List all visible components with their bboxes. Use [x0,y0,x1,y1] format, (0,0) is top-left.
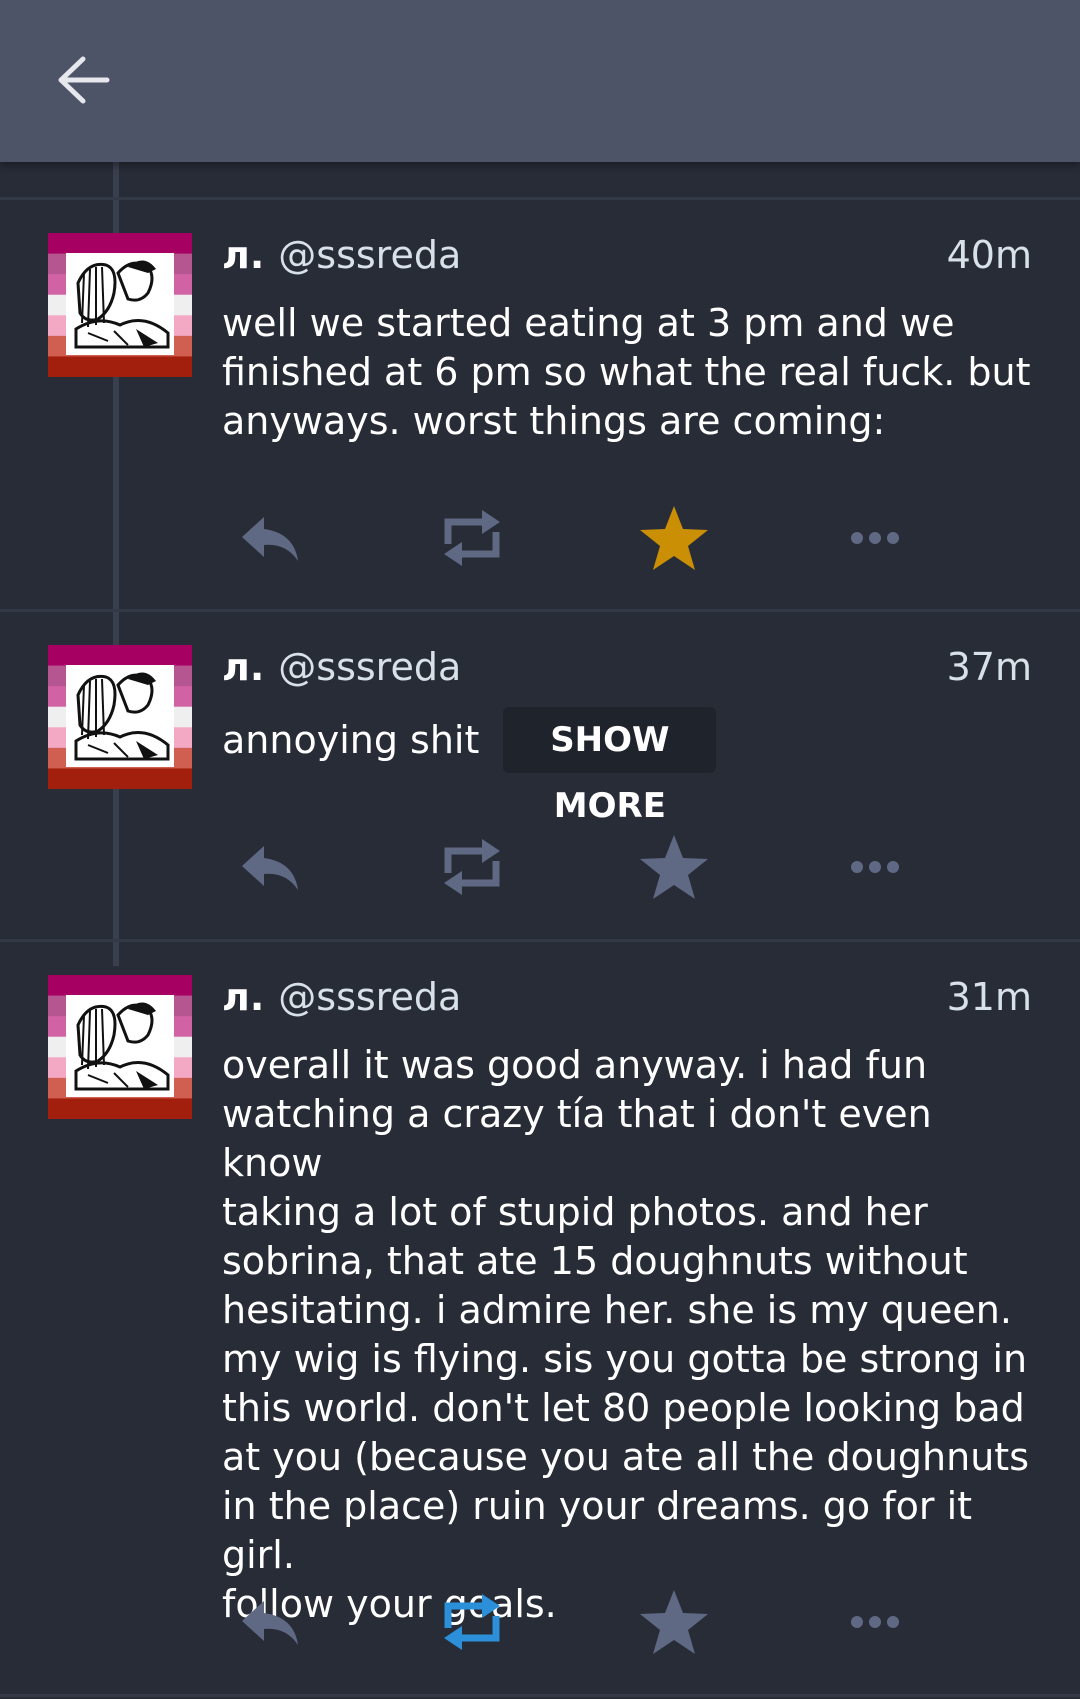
boost-button[interactable] [432,827,512,907]
status-time[interactable]: 37m [947,645,1032,689]
more-button[interactable] [835,1582,915,1662]
account-handle[interactable]: @sssreda [278,975,461,1019]
star-icon [640,835,708,899]
thread-line [113,376,119,646]
account-handle[interactable]: @sssreda [278,233,461,277]
status-time[interactable]: 40m [947,233,1032,277]
avatar-image [48,975,192,1119]
favourite-button[interactable] [634,498,714,578]
status-content-row: annoying shit SHOW MORE [222,703,1040,826]
back-button[interactable] [50,50,116,110]
account-handle[interactable]: @sssreda [278,645,461,689]
status-content: well we started eating at 3 pm and we fi… [222,301,1031,443]
avatar[interactable] [48,233,192,377]
display-name[interactable]: л. [222,975,264,1019]
divider [0,939,1080,942]
status-actions [222,498,942,578]
more-icon [851,532,899,544]
boost-button[interactable] [432,1582,512,1662]
avatar[interactable] [48,975,192,1119]
divider [0,1694,1080,1697]
reply-icon [242,1601,298,1645]
favourite-button[interactable] [634,1582,714,1662]
status-header: л. @sssreda 40m [222,233,1032,277]
display-name[interactable]: л. [222,645,264,689]
more-icon [851,861,899,873]
divider [0,609,1080,612]
content-warning-text: annoying shit [222,717,480,762]
reply-icon [242,846,298,890]
avatar[interactable] [48,645,192,789]
avatar-image [48,233,192,377]
favourite-button[interactable] [634,827,714,907]
avatar-image [48,645,192,789]
more-button[interactable] [835,498,915,578]
reply-button[interactable] [230,498,310,578]
status-header: л. @sssreda 37m [222,645,1032,689]
star-icon [640,1590,708,1654]
reply-button[interactable] [230,1582,310,1662]
status-time[interactable]: 31m [947,975,1032,1019]
reply-button[interactable] [230,827,310,907]
divider [0,197,1080,200]
arrow-left-icon [58,56,110,104]
star-icon [640,506,708,570]
boost-icon [444,510,500,566]
status-content: overall it was good anyway. i had fun wa… [222,1043,1029,1626]
more-icon [851,1616,899,1628]
show-more-button[interactable]: SHOW MORE [503,707,717,826]
status-actions [222,1582,942,1662]
boost-icon [444,1594,500,1650]
reply-icon [242,517,298,561]
more-button[interactable] [835,827,915,907]
boost-icon [444,839,500,895]
status-header: л. @sssreda 31m [222,975,1032,1019]
top-bar [0,0,1080,162]
display-name[interactable]: л. [222,233,264,277]
boost-button[interactable] [432,498,512,578]
status-actions [222,827,942,907]
